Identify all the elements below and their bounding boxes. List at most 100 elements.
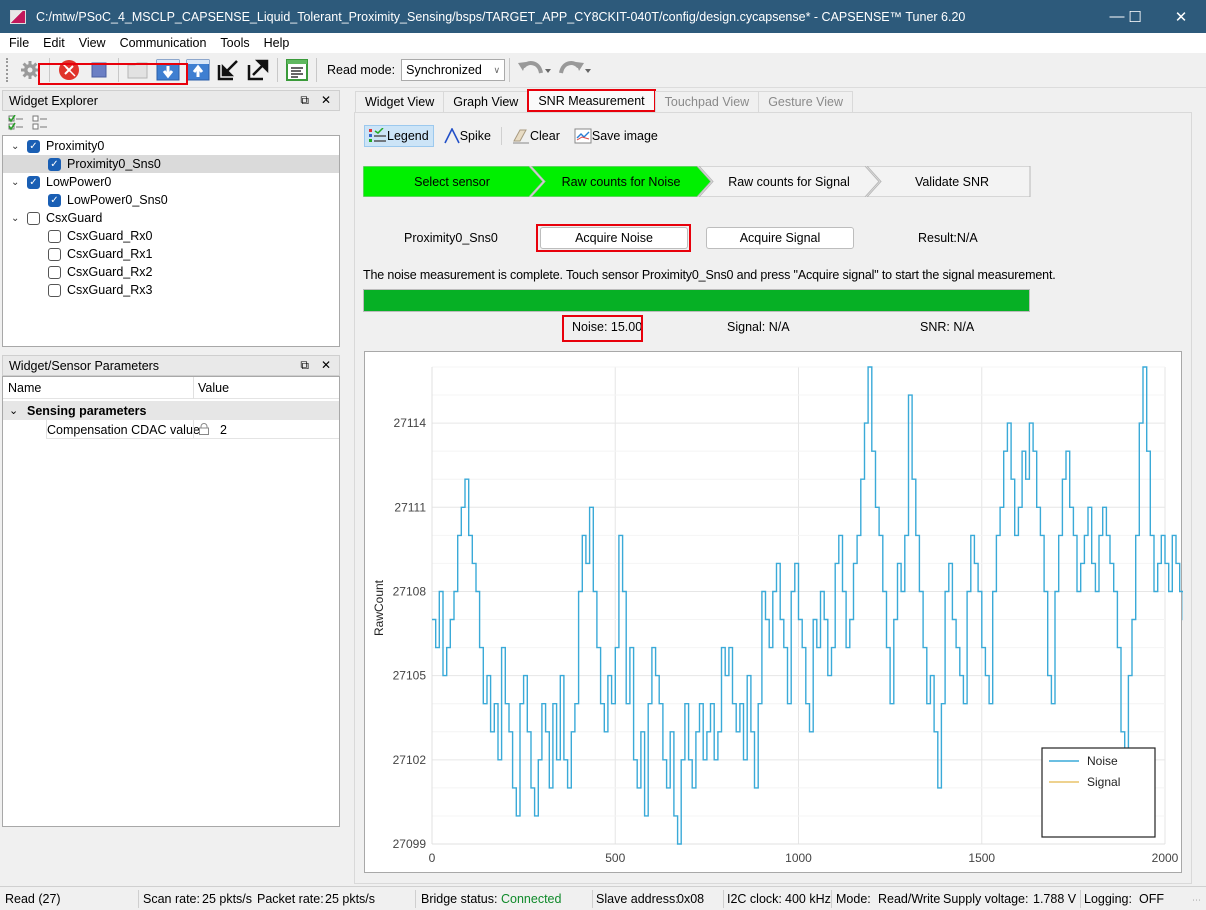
- tree-item-label: CsxGuard_Rx3: [67, 283, 153, 297]
- tree-item-csxguard[interactable]: ⌄ CsxGuard: [3, 209, 339, 227]
- close-panel-icon[interactable]: ✕: [321, 93, 331, 108]
- maximize-button[interactable]: ☐: [1112, 0, 1158, 33]
- chevron-down-icon[interactable]: ⌄: [9, 404, 18, 417]
- checkbox-checked[interactable]: ✓: [48, 157, 61, 171]
- export-button[interactable]: [245, 57, 271, 83]
- menu-edit[interactable]: Edit: [36, 36, 72, 50]
- check-all-icon[interactable]: [8, 115, 24, 131]
- tree-item-label: LowPower0_Sns0: [67, 193, 168, 207]
- close-button[interactable]: ✕: [1158, 0, 1204, 33]
- chevron-down-icon[interactable]: ⌄: [11, 213, 21, 224]
- status-separator: [592, 890, 593, 908]
- tab-snr-measurement[interactable]: SNR Measurement: [527, 89, 656, 112]
- menu-tools[interactable]: Tools: [213, 36, 256, 50]
- widget-tree: ⌄ ✓ Proximity0 ✓ Proximity0_Sns0 ⌄ ✓ Low…: [2, 63, 340, 347]
- status-separator: [1080, 890, 1081, 908]
- legend-icon: [369, 128, 386, 142]
- uncheck-all-icon[interactable]: [32, 115, 48, 131]
- checkbox-checked[interactable]: ✓: [27, 139, 40, 153]
- save-image-button[interactable]: Save image: [570, 126, 662, 146]
- menu-file[interactable]: File: [0, 36, 36, 50]
- clear-button[interactable]: Clear: [508, 126, 564, 146]
- redo-button[interactable]: [556, 57, 592, 83]
- menu-communication[interactable]: Communication: [113, 36, 214, 50]
- tree-item-lowpower0[interactable]: ⌄ ✓ LowPower0: [3, 173, 339, 191]
- wizard-step-signal[interactable]: Raw counts for Signal: [703, 166, 875, 197]
- acquire-signal-button[interactable]: Acquire Signal: [706, 227, 854, 249]
- tab-graph-view[interactable]: Graph View: [443, 91, 529, 112]
- write-to-device-button[interactable]: [185, 57, 211, 83]
- y-tick-label: 27114: [394, 416, 427, 430]
- column-header-value[interactable]: Value: [198, 381, 229, 395]
- tab-widget-view[interactable]: Widget View: [355, 91, 445, 112]
- checkbox-checked[interactable]: ✓: [48, 193, 61, 207]
- import-button[interactable]: [215, 57, 241, 83]
- chevron-down-icon[interactable]: ⌄: [11, 141, 21, 152]
- checkbox-unchecked[interactable]: [27, 211, 40, 225]
- undo-button[interactable]: [516, 57, 552, 83]
- status-separator: [723, 890, 724, 908]
- spike-icon: [444, 128, 460, 144]
- wizard-step-noise[interactable]: Raw counts for Noise: [535, 166, 707, 197]
- panel-title: Widget/Sensor Parameters: [9, 358, 160, 373]
- legend-toggle[interactable]: Legend: [364, 125, 434, 147]
- scan-rate-label: Scan rate:: [143, 892, 200, 906]
- checkbox-unchecked[interactable]: [48, 247, 61, 261]
- close-panel-icon[interactable]: ✕: [321, 358, 331, 373]
- checkbox-unchecked[interactable]: [48, 229, 61, 243]
- chevron-down-icon[interactable]: ⌄: [11, 177, 21, 188]
- wizard-step-validate[interactable]: Validate SNR: [873, 166, 1031, 197]
- log-icon: [286, 59, 308, 81]
- tree-item-proximity0[interactable]: ⌄ ✓ Proximity0: [3, 137, 339, 155]
- tree-item-csxguard-rx2[interactable]: CsxGuard_Rx2: [3, 263, 339, 281]
- read-mode-select[interactable]: Synchronized ∨: [401, 59, 506, 81]
- highlight-box: [536, 224, 691, 252]
- tree-item-csxguard-rx1[interactable]: CsxGuard_Rx1: [3, 245, 339, 263]
- float-panel-icon[interactable]: ⧉: [300, 93, 309, 108]
- menu-view[interactable]: View: [72, 36, 113, 50]
- logging-label: Logging:: [1084, 892, 1132, 906]
- menu-help[interactable]: Help: [257, 36, 297, 50]
- export-icon: [247, 59, 269, 81]
- logging-value: OFF: [1139, 892, 1164, 906]
- column-header-name[interactable]: Name: [8, 381, 41, 395]
- chart-svg: 0 500 1000 1500 2000 27099 27102 27105 27108 2711…: [372, 366, 1183, 865]
- tab-gesture-view[interactable]: Gesture View: [758, 91, 854, 112]
- sensor-name: Proximity0_Sns0: [404, 231, 498, 245]
- group-row-sensing[interactable]: ⌄ Sensing parameters: [3, 401, 339, 420]
- grid-header: Name Value: [3, 377, 339, 399]
- x-tick-label: 1500: [968, 851, 995, 865]
- tree-item-lowpower0-sns0[interactable]: ✓ LowPower0_Sns0: [3, 191, 339, 209]
- legend-label: Legend: [387, 129, 429, 143]
- param-row[interactable]: Compensation CDAC value 2: [3, 420, 339, 439]
- toolbar-separator: [509, 58, 511, 82]
- checkbox-unchecked[interactable]: [48, 265, 61, 279]
- app-icon: [10, 9, 26, 24]
- toolbar-grip[interactable]: [6, 58, 9, 82]
- tree-item-csxguard-rx3[interactable]: CsxGuard_Rx3: [3, 281, 339, 299]
- status-separator: [415, 890, 416, 908]
- checkbox-checked[interactable]: ✓: [27, 175, 40, 189]
- checkbox-unchecked[interactable]: [48, 283, 61, 297]
- spike-toggle[interactable]: Spike: [440, 126, 495, 146]
- chevron-down-icon: ∨: [493, 64, 501, 75]
- tree-item-proximity0-sns0[interactable]: ✓ Proximity0_Sns0: [3, 155, 339, 173]
- tree-item-csxguard-rx0[interactable]: CsxGuard_Rx0: [3, 227, 339, 245]
- tab-touchpad-view[interactable]: Touchpad View: [654, 91, 760, 112]
- tree-item-label: CsxGuard: [46, 211, 103, 225]
- resize-grip-icon[interactable]: ⋯: [1192, 895, 1201, 906]
- tree-item-label: CsxGuard_Rx0: [67, 229, 153, 243]
- wizard-step-select-sensor[interactable]: Select sensor: [363, 166, 541, 197]
- chart-legend[interactable]: Noise Signal: [1041, 747, 1156, 838]
- param-value[interactable]: 2: [220, 423, 227, 437]
- column-divider[interactable]: [193, 377, 194, 399]
- y-tick-label: 27105: [393, 669, 427, 683]
- status-separator: [831, 890, 832, 908]
- tree-item-label: Proximity0: [46, 139, 105, 153]
- redo-icon: [559, 61, 592, 74]
- eraser-icon: [513, 129, 529, 144]
- log-button[interactable]: [284, 57, 310, 83]
- widget-explorer-header: Widget Explorer ⧉ ✕: [2, 90, 340, 111]
- param-name: Compensation CDAC value: [47, 422, 200, 437]
- float-panel-icon[interactable]: ⧉: [300, 358, 309, 373]
